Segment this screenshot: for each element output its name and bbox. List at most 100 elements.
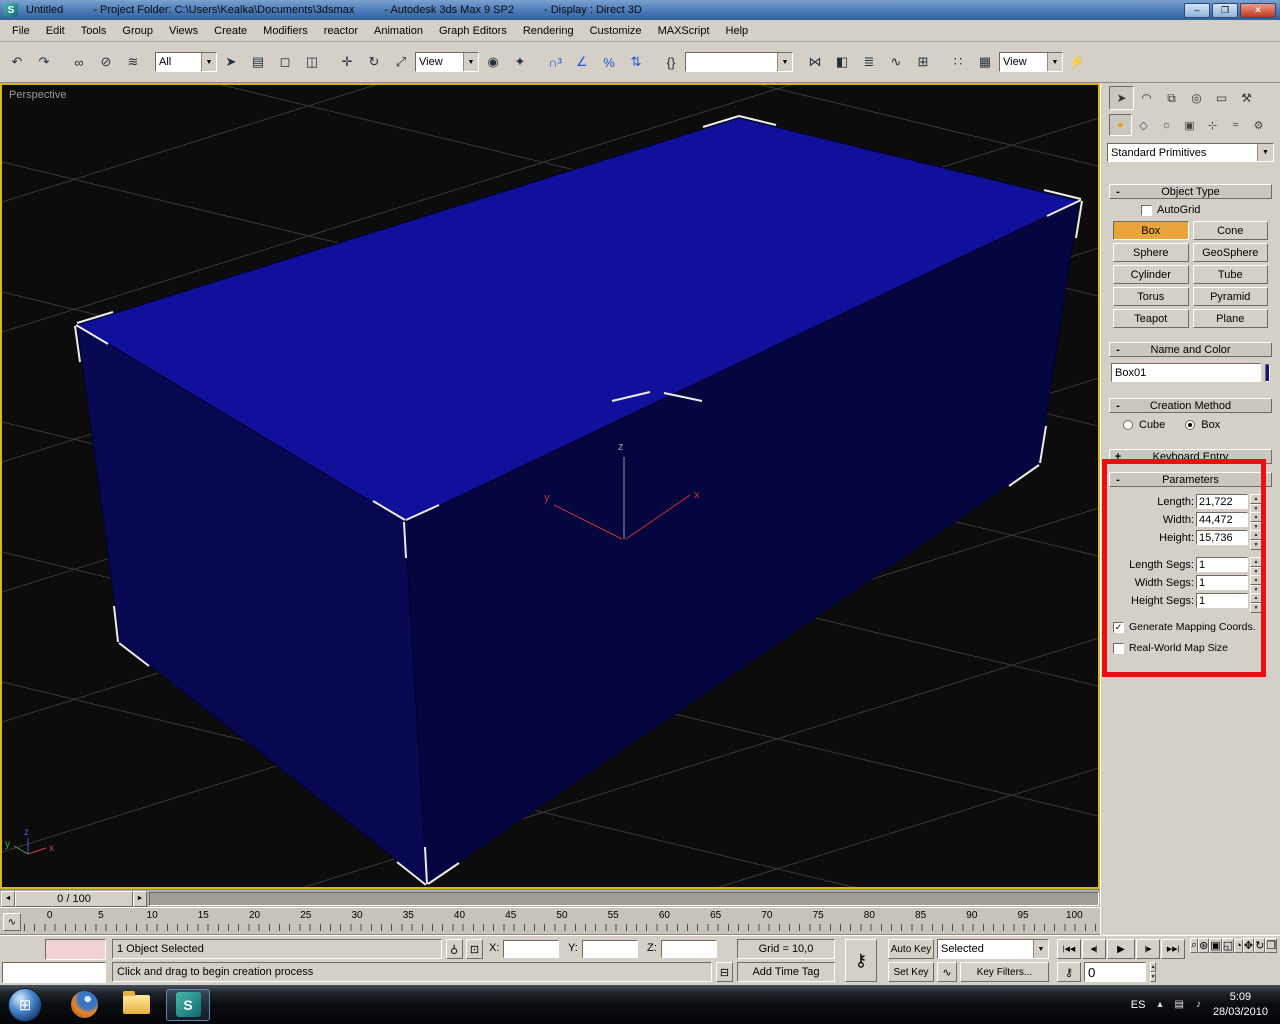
curve-editor-icon[interactable]: ∿ bbox=[883, 48, 909, 76]
zoom-icon[interactable]: ⌕ bbox=[1190, 938, 1199, 953]
tab-modify[interactable]: ◠ bbox=[1134, 86, 1159, 110]
z-coordinate-input[interactable] bbox=[661, 940, 717, 958]
menu-item[interactable]: Help bbox=[718, 22, 757, 40]
menu-item[interactable]: File bbox=[4, 22, 38, 40]
cylinder-button[interactable]: Cylinder bbox=[1113, 265, 1189, 284]
previous-frame-icon[interactable]: ◀| bbox=[1082, 939, 1106, 959]
menu-item[interactable]: MAXScript bbox=[650, 22, 718, 40]
menu-item[interactable]: Customize bbox=[582, 22, 650, 40]
select-object-icon[interactable]: ➤ bbox=[218, 48, 244, 76]
unlink-selection-icon[interactable]: ⊘ bbox=[93, 48, 119, 76]
length-segs-input[interactable] bbox=[1196, 557, 1248, 572]
category-space-warps-icon[interactable]: ≈ bbox=[1224, 114, 1247, 136]
go-to-end-icon[interactable]: ▶▶| bbox=[1161, 939, 1185, 959]
quick-render-icon[interactable]: ⚡ bbox=[1064, 48, 1090, 76]
bind-to-space-warp-icon[interactable]: ≋ bbox=[120, 48, 146, 76]
time-slider-track[interactable] bbox=[149, 891, 1099, 906]
zoom-extents-icon[interactable]: ▣ bbox=[1209, 938, 1222, 953]
selection-filter-dropdown[interactable]: All ▼ bbox=[155, 52, 217, 72]
select-and-manipulate-icon[interactable]: ✦ bbox=[507, 48, 533, 76]
window-crossing-icon[interactable]: ◫ bbox=[299, 48, 325, 76]
key-mode-icon[interactable]: ⚷ bbox=[1057, 962, 1081, 982]
pan-icon[interactable]: ✥ bbox=[1242, 938, 1255, 953]
selection-region-icon[interactable]: ◻ bbox=[272, 48, 298, 76]
category-geometry-icon[interactable]: ● bbox=[1109, 114, 1132, 136]
maxscript-mini-listener[interactable] bbox=[2, 962, 106, 983]
current-frame-input[interactable] bbox=[1084, 962, 1146, 982]
absolute-mode-icon[interactable]: ⊡ bbox=[466, 939, 483, 959]
subcategory-dropdown[interactable]: Standard Primitives ▼ bbox=[1107, 143, 1274, 162]
auto-key-button[interactable]: Auto Key bbox=[888, 939, 934, 959]
x-coordinate-input[interactable] bbox=[503, 940, 559, 958]
object-name-input[interactable] bbox=[1111, 363, 1261, 382]
height-segs-spinner[interactable] bbox=[1250, 593, 1262, 613]
previous-frame-arrow[interactable]: ◄ bbox=[1, 890, 15, 907]
perspective-viewport[interactable]: Perspective z y x z y x bbox=[0, 83, 1100, 889]
use-pivot-center-icon[interactable]: ◉ bbox=[480, 48, 506, 76]
tab-hierarchy[interactable]: ⧉ bbox=[1159, 86, 1184, 110]
spinner-snap-icon[interactable]: ⇅ bbox=[623, 48, 649, 76]
length-spinner[interactable] bbox=[1250, 494, 1262, 514]
width-input[interactable] bbox=[1196, 512, 1248, 527]
autogrid-checkbox[interactable] bbox=[1141, 204, 1152, 216]
select-and-link-icon[interactable]: ∞ bbox=[66, 48, 92, 76]
box-button[interactable]: Box bbox=[1113, 221, 1189, 240]
length-segs-spinner[interactable] bbox=[1250, 557, 1262, 577]
arc-rotate-icon[interactable]: ↻ bbox=[1254, 938, 1266, 953]
height-segs-input[interactable] bbox=[1196, 593, 1248, 608]
select-and-rotate-icon[interactable]: ↻ bbox=[361, 48, 387, 76]
set-key-button[interactable]: Set Key bbox=[888, 962, 934, 982]
menu-item[interactable]: Rendering bbox=[515, 22, 582, 40]
real-world-checkbox[interactable] bbox=[1113, 642, 1124, 654]
tube-button[interactable]: Tube bbox=[1192, 265, 1268, 284]
default-tangent-icon[interactable]: ∿ bbox=[937, 962, 957, 982]
select-by-name-icon[interactable]: ▤ bbox=[245, 48, 271, 76]
menu-item[interactable]: Graph Editors bbox=[431, 22, 515, 40]
height-spinner[interactable] bbox=[1250, 530, 1262, 550]
named-selection-dropdown[interactable]: ▼ bbox=[685, 52, 793, 72]
go-to-start-icon[interactable]: |◀◀ bbox=[1057, 939, 1081, 959]
schematic-view-icon[interactable]: ⊞ bbox=[910, 48, 936, 76]
zoom-extents-all-icon[interactable]: ◱ bbox=[1221, 938, 1235, 953]
rollout-creation-method[interactable]: - Creation Method bbox=[1109, 398, 1272, 413]
prompt-expand-icon[interactable]: ⊟ bbox=[716, 962, 733, 982]
minimize-button[interactable]: – bbox=[1184, 2, 1210, 18]
play-icon[interactable]: ▶ bbox=[1107, 939, 1135, 959]
mirror-icon[interactable]: ⋈ bbox=[802, 48, 828, 76]
maxscript-macro-recorder[interactable] bbox=[45, 939, 106, 960]
rollout-name-and-color[interactable]: - Name and Color bbox=[1109, 342, 1272, 357]
percent-snap-icon[interactable]: % bbox=[596, 48, 622, 76]
explorer-taskbar-icon[interactable] bbox=[114, 989, 158, 1021]
field-of-view-icon[interactable]: ◔ bbox=[1234, 938, 1243, 953]
menu-item[interactable]: Edit bbox=[38, 22, 73, 40]
add-time-tag[interactable]: Add Time Tag bbox=[737, 962, 835, 982]
close-button[interactable]: ✕ bbox=[1240, 2, 1276, 18]
tab-utilities[interactable]: ⚒ bbox=[1234, 86, 1259, 110]
rollout-object-type[interactable]: - Object Type bbox=[1109, 184, 1272, 199]
render-scene-icon[interactable]: ▦ bbox=[972, 48, 998, 76]
reference-coordinate-dropdown[interactable]: View ▼ bbox=[415, 52, 479, 72]
category-lights-icon[interactable]: ☼ bbox=[1155, 114, 1178, 136]
category-helpers-icon[interactable]: ⊹ bbox=[1201, 114, 1224, 136]
width-segs-input[interactable] bbox=[1196, 575, 1248, 590]
category-systems-icon[interactable]: ⚙ bbox=[1247, 114, 1270, 136]
menu-item[interactable]: reactor bbox=[316, 22, 366, 40]
mini-curve-editor-icon[interactable]: ∿ bbox=[3, 913, 21, 931]
track-bar[interactable]: ∿ 0 5 10 15 20 25 30 35 40 45 50 55 60 65 70 75 80 85 90 95… bbox=[0, 907, 1100, 935]
plane-button[interactable]: Plane bbox=[1192, 309, 1268, 328]
key-filters-button[interactable]: Key Filters... bbox=[960, 962, 1049, 982]
3dsmax-taskbar-button[interactable]: S bbox=[166, 988, 210, 1021]
length-input[interactable] bbox=[1196, 494, 1248, 509]
generate-mapping-checkbox[interactable]: ✓ bbox=[1113, 621, 1124, 633]
select-and-move-icon[interactable]: ✛ bbox=[334, 48, 360, 76]
next-frame-arrow[interactable]: ► bbox=[133, 890, 147, 907]
viewport-canvas[interactable]: z y x z y x bbox=[2, 85, 1098, 887]
tab-motion[interactable]: ◎ bbox=[1184, 86, 1209, 110]
category-cameras-icon[interactable]: ▣ bbox=[1178, 114, 1201, 136]
angle-snap-icon[interactable]: ∠ bbox=[569, 48, 595, 76]
rollout-parameters[interactable]: - Parameters bbox=[1109, 472, 1272, 487]
time-slider-handle[interactable]: 0 / 100 bbox=[15, 890, 133, 907]
menu-item[interactable]: Create bbox=[206, 22, 255, 40]
teapot-button[interactable]: Teapot bbox=[1113, 309, 1189, 328]
volume-tray-icon[interactable]: ♪ bbox=[1196, 999, 1201, 1010]
